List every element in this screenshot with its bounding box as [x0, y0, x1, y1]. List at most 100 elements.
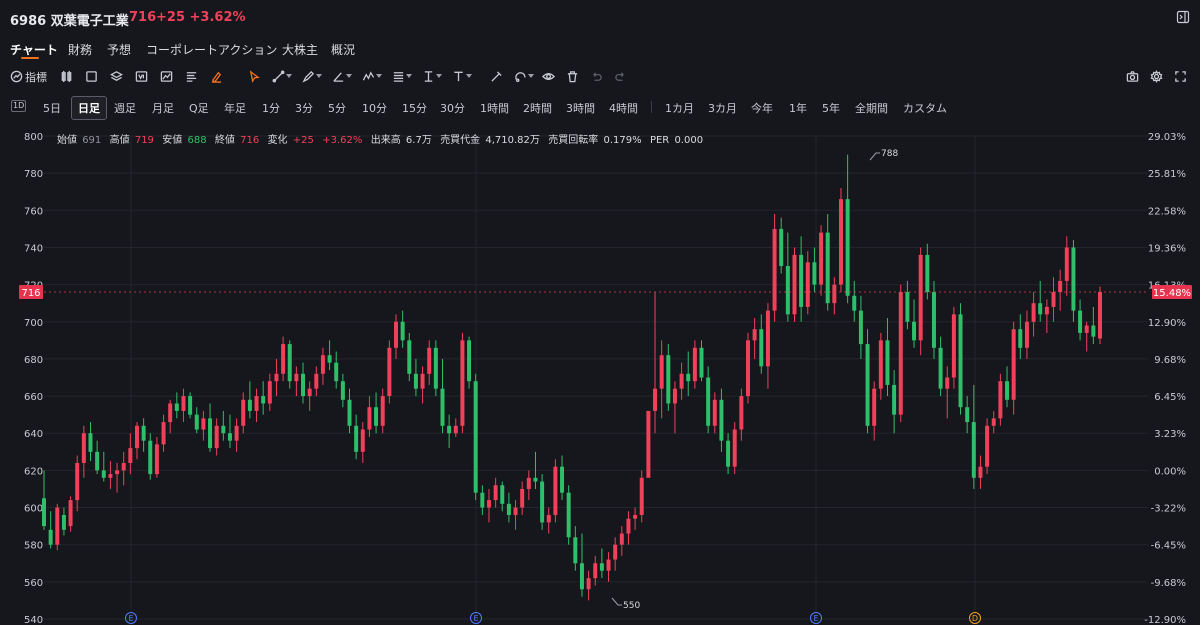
- period-1y[interactable]: 1年: [789, 100, 807, 116]
- volume-value: 6.7万: [405, 135, 432, 146]
- y-tick-label: 600: [24, 504, 43, 515]
- candle-body: [134, 425, 139, 449]
- ohlc-change-value: +25: [292, 135, 314, 146]
- indicator-label[interactable]: 指標: [25, 69, 47, 85]
- tab-major-shareholders[interactable]: 大株主: [282, 41, 318, 58]
- candle-body: [420, 373, 425, 389]
- tab-financials[interactable]: 財務: [68, 41, 92, 58]
- eye-icon[interactable]: [540, 68, 556, 84]
- candle-body: [526, 477, 531, 489]
- settings-icon[interactable]: [1148, 68, 1164, 84]
- period-1h[interactable]: 1時間: [480, 100, 509, 116]
- magnet-icon[interactable]: [512, 68, 534, 84]
- y-tick-label: 680: [24, 355, 43, 366]
- candle-body: [168, 403, 173, 423]
- candle-body: [394, 321, 398, 348]
- indicator-icon[interactable]: [8, 68, 24, 84]
- close-label: 終値: [214, 135, 235, 146]
- text-list-icon[interactable]: [183, 68, 199, 84]
- period-custom[interactable]: カスタム: [903, 100, 947, 116]
- measure-icon[interactable]: [420, 68, 442, 84]
- period-10min[interactable]: 10分: [362, 100, 387, 116]
- candlestick-chart[interactable]: 80029.03%78025.81%76022.58%74019.36%7201…: [0, 126, 1200, 625]
- candle-body: [460, 340, 465, 426]
- angle-icon[interactable]: [330, 68, 352, 84]
- event-marker-label: E: [128, 614, 133, 623]
- cursor-icon[interactable]: [246, 68, 262, 84]
- candle-type-icon[interactable]: [58, 68, 74, 84]
- trash-icon[interactable]: [564, 68, 580, 84]
- pen-icon[interactable]: [300, 68, 322, 84]
- pct-tick-label: 12.90%: [1148, 318, 1186, 329]
- collapse-panel-icon[interactable]: [1176, 10, 1190, 24]
- candle-body: [553, 466, 558, 515]
- candle-body: [832, 284, 837, 304]
- drawing-toolbar: 指標: [0, 66, 1200, 86]
- period-3month[interactable]: 3カ月: [708, 100, 737, 116]
- candle-body: [566, 492, 571, 538]
- candle-body: [287, 344, 292, 382]
- candle-body: [387, 347, 392, 397]
- fib-icon[interactable]: [390, 68, 412, 84]
- candle-body: [480, 492, 485, 508]
- template-icon[interactable]: [133, 68, 149, 84]
- period-3h[interactable]: 3時間: [566, 100, 595, 116]
- candle-body: [540, 481, 545, 523]
- period-5y[interactable]: 5年: [822, 100, 840, 116]
- fullscreen-icon[interactable]: [1172, 68, 1188, 84]
- candle-body: [1005, 381, 1010, 400]
- tab-corporate-action[interactable]: コーポレートアクション: [146, 41, 277, 58]
- tab-chart[interactable]: チャート: [10, 41, 58, 58]
- candle-body: [606, 559, 611, 571]
- candle-body: [706, 377, 711, 426]
- redo-icon[interactable]: [612, 68, 628, 84]
- period-quarterly[interactable]: Q足: [189, 100, 209, 116]
- draw-icon[interactable]: [488, 68, 504, 84]
- candle-body: [951, 314, 956, 378]
- pattern-icon[interactable]: [360, 68, 382, 84]
- period-4h[interactable]: 4時間: [609, 100, 638, 116]
- period-1month[interactable]: 1カ月: [665, 100, 694, 116]
- trendline-icon[interactable]: [270, 68, 292, 84]
- period-15min[interactable]: 15分: [402, 100, 427, 116]
- period-5d[interactable]: 5日: [43, 100, 61, 116]
- tab-forecast[interactable]: 予想: [107, 41, 131, 58]
- period-daily[interactable]: 日足: [71, 96, 107, 120]
- period-ytd[interactable]: 今年: [751, 100, 773, 116]
- interval-badge[interactable]: 1D: [11, 100, 27, 112]
- rectangle-icon[interactable]: [83, 68, 99, 84]
- period-1min[interactable]: 1分: [262, 100, 280, 116]
- current-price-label: 716: [21, 288, 40, 299]
- candle-body: [128, 448, 133, 463]
- candle-body: [241, 399, 246, 426]
- undo-icon[interactable]: [588, 68, 604, 84]
- layers-icon[interactable]: [108, 68, 124, 84]
- y-tick-label: 780: [24, 169, 43, 180]
- candle-body: [679, 373, 684, 389]
- candle-body: [785, 266, 790, 315]
- tab-overview[interactable]: 概況: [331, 41, 355, 58]
- text-tool-icon[interactable]: [450, 68, 472, 84]
- candle-body: [878, 340, 883, 389]
- candle-body: [739, 396, 744, 430]
- candle-body: [1098, 292, 1102, 339]
- period-yearly[interactable]: 年足: [224, 100, 246, 116]
- candle-body: [347, 399, 352, 426]
- camera-icon[interactable]: [1124, 68, 1140, 84]
- period-5min[interactable]: 5分: [328, 100, 346, 116]
- candle-body: [254, 396, 259, 411]
- candle-body: [214, 425, 219, 449]
- period-30min[interactable]: 30分: [440, 100, 465, 116]
- compare-icon[interactable]: [158, 68, 174, 84]
- period-3min[interactable]: 3分: [295, 100, 313, 116]
- period-2h[interactable]: 2時間: [523, 100, 552, 116]
- period-weekly[interactable]: 週足: [114, 100, 136, 116]
- candle-body: [314, 373, 319, 389]
- brush-icon[interactable]: [208, 68, 224, 84]
- candle-body: [719, 399, 724, 441]
- candle-body: [433, 347, 438, 389]
- candle-body: [925, 254, 930, 293]
- period-all[interactable]: 全期間: [855, 100, 888, 116]
- candle-body: [55, 507, 60, 545]
- period-monthly[interactable]: 月足: [152, 100, 174, 116]
